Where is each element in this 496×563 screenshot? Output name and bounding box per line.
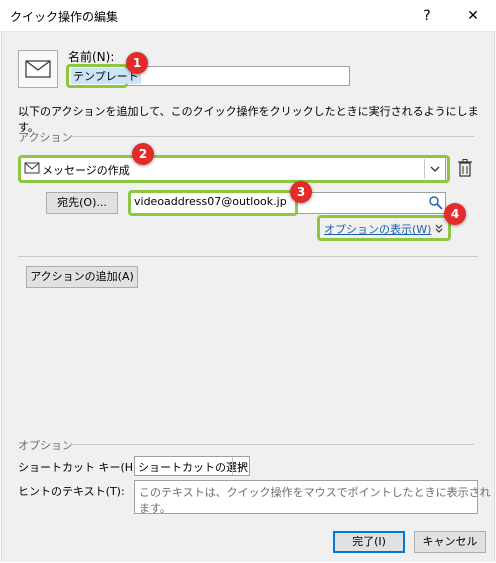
chevron-down-icon — [430, 166, 440, 172]
envelope-icon — [24, 162, 40, 174]
cancel-button[interactable]: キャンセル — [414, 531, 486, 553]
help-button[interactable]: ? — [404, 0, 450, 32]
shortcut-dropdown-button[interactable] — [232, 457, 249, 475]
close-button[interactable]: ✕ — [450, 0, 496, 32]
highlight-address — [128, 190, 298, 216]
hint-label: ヒントのテキスト(T): — [18, 485, 125, 498]
options-separator — [70, 444, 474, 445]
action-select-value: メッセージの作成 — [42, 164, 130, 177]
chevron-down-icon — [237, 463, 246, 469]
address-book-icon — [429, 196, 443, 210]
to-button[interactable]: 宛先(O)... — [46, 192, 118, 214]
quick-step-icon-button[interactable] — [18, 50, 58, 88]
envelope-icon — [25, 60, 51, 78]
options-heading: オプション — [18, 439, 73, 452]
delete-action-button[interactable] — [457, 158, 473, 178]
window-title: クイック操作の編集 — [10, 10, 119, 24]
double-chevron-down-icon — [435, 224, 443, 233]
actions-heading: アクション — [18, 131, 73, 144]
badge-4: 4 — [444, 203, 466, 225]
badge-3: 3 — [290, 181, 312, 203]
add-action-button[interactable]: アクションの追加(A) — [26, 266, 138, 288]
badge-2: 2 — [132, 143, 154, 165]
trash-icon — [458, 159, 472, 177]
badge-1: 1 — [126, 52, 148, 74]
highlight-options — [317, 215, 451, 241]
actions-separator — [72, 136, 474, 137]
expand-options-button[interactable] — [434, 223, 444, 238]
finish-button[interactable]: 完了(I) — [333, 531, 405, 553]
hint-placeholder: このテキストは、クイック操作をマウスでポイントしたときに表示されます。 — [139, 486, 491, 515]
name-label: 名前(N): — [68, 50, 115, 64]
action-list-separator — [18, 256, 478, 257]
action-envelope-icon — [24, 161, 40, 178]
description-text: 以下のアクションを追加して、このクイック操作をクリックしたときに実行されるように… — [18, 105, 479, 134]
action-select-dropdown-button[interactable] — [424, 159, 444, 179]
shortcut-label: ショートカット キー(H): — [18, 461, 142, 474]
address-book-button[interactable] — [428, 195, 444, 214]
